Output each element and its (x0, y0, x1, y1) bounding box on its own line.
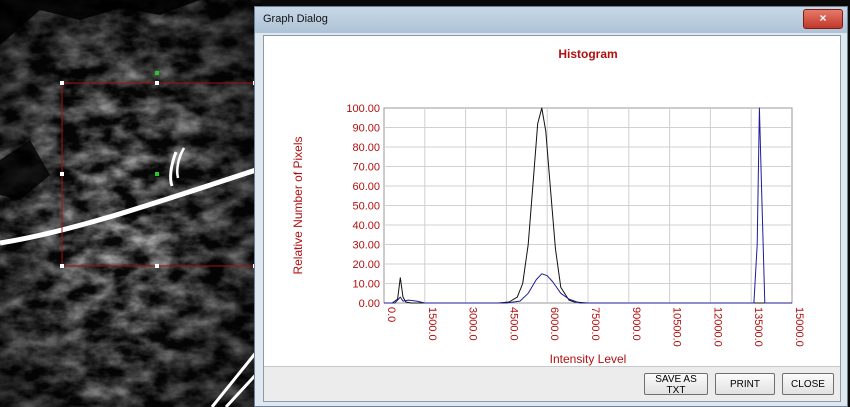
x-tick-label: 7500.0 (589, 307, 601, 341)
y-tick-label: 80.00 (352, 142, 380, 154)
y-tick-label: 60.00 (352, 181, 380, 193)
close-button[interactable]: CLOSE (782, 373, 834, 395)
x-tick-label: 15000.0 (793, 307, 805, 347)
x-tick-label: 4500.0 (507, 307, 519, 341)
y-tick-label: 70.00 (352, 162, 380, 174)
x-tick-label: 3000.0 (467, 307, 479, 341)
y-tick-label: 50.00 (352, 201, 380, 213)
y-tick-label: 30.00 (352, 240, 380, 252)
y-axis-label: Relative Number of Pixels (291, 136, 305, 274)
roi-center-handle[interactable] (155, 172, 159, 176)
x-tick-label: 0.0 (385, 307, 397, 322)
window-title: Graph Dialog (263, 13, 328, 25)
y-tick-label: 10.00 (352, 279, 380, 291)
x-tick-label: 12000.0 (711, 307, 723, 347)
chart-title: Histogram (558, 47, 617, 61)
x-tick-label: 1500.0 (426, 307, 438, 341)
title-bar[interactable]: Graph Dialog × (255, 7, 847, 33)
x-tick-label: 9000.0 (630, 307, 642, 341)
x-axis-label: Intensity Level (550, 352, 627, 366)
x-tick-label: 6000.0 (548, 307, 560, 341)
y-tick-label: 100.00 (346, 103, 380, 115)
x-tick-label: 10500.0 (671, 307, 683, 347)
y-tick-label: 90.00 (352, 123, 380, 135)
y-tick-label: 0.00 (359, 298, 380, 310)
print-button[interactable]: PRINT (715, 373, 775, 395)
window-close-icon[interactable]: × (803, 9, 843, 29)
microscopy-image (0, 0, 262, 407)
y-tick-label: 40.00 (352, 220, 380, 232)
button-bar: SAVE AS TXT PRINT CLOSE (264, 366, 840, 401)
x-tick-label: 13500.0 (752, 307, 764, 347)
roi-rotate-handle[interactable] (155, 71, 159, 75)
dialog-client: 0.0 1500.0 3000.0 4500.0 6000.0 7500.0 9000.0 1… (263, 35, 841, 402)
graph-dialog-window: Graph Dialog × 0.0 1500.0 3000.0 4500.0 6000… (254, 6, 848, 407)
save-as-txt-button[interactable]: SAVE AS TXT (644, 373, 708, 396)
y-tick-label: 20.00 (352, 259, 380, 271)
histogram-chart: 0.0 1500.0 3000.0 4500.0 6000.0 7500.0 9000.0 1… (291, 47, 805, 366)
